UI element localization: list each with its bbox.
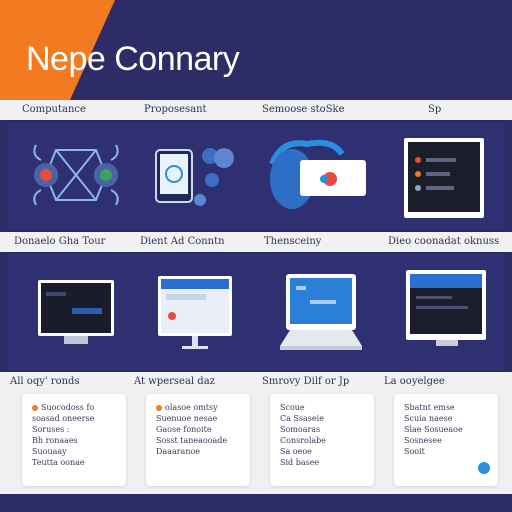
card-line: Gaose fonoite	[156, 425, 212, 434]
card-line: Sa oeoe	[280, 447, 312, 456]
card-line: Sooit	[404, 447, 425, 456]
card-line: soasad oneerse	[32, 414, 95, 423]
card-line: Ca Ssaseie	[280, 414, 324, 423]
card-line: Suenuoe nesae	[156, 414, 218, 423]
card-line: Teutta oonae	[32, 458, 85, 467]
card-line: Scuia naese	[404, 414, 453, 423]
info-card[interactable]: Scoue Ca Ssaseie Somoaras Consrolabe Sa …	[270, 394, 374, 486]
desktop-illustration	[158, 276, 232, 349]
card-line: Soruses :	[32, 425, 70, 434]
mobile-illustration	[155, 148, 234, 206]
info-card[interactable]: Suocodoss fo soasad oneerse Soruses : Bh…	[22, 394, 126, 486]
card-line: Sosnesee	[404, 436, 442, 445]
network-illustration	[33, 144, 119, 206]
bullet-icon	[156, 405, 162, 411]
card-line: Sosst taneaooade	[156, 436, 228, 445]
section-label: All oqy' ronds	[10, 376, 80, 387]
laptop-illustration	[280, 274, 362, 350]
section-label: Proposesant	[144, 104, 207, 115]
card-line: Suouaay	[32, 447, 67, 456]
card-line: Consrolabe	[280, 436, 327, 445]
card-line: Sid basee	[280, 458, 320, 467]
card-line: Bh ronaaes	[32, 436, 78, 445]
tablet-illustration	[404, 138, 484, 218]
card-line: Slae Sosueaoe	[404, 425, 463, 434]
section-label: Dient Ad Conntn	[140, 236, 225, 247]
card-line: olasoe omtsy	[156, 402, 240, 413]
info-card[interactable]: olasoe omtsy Suenuoe nesae Gaose fonoite…	[146, 394, 250, 486]
card-line: Scoue	[280, 403, 305, 412]
monitor-illustration	[38, 280, 114, 344]
status-dot-icon	[478, 462, 490, 474]
section-label: Thensceiny	[264, 236, 322, 247]
section-label: Dieo coonadat oknuss	[388, 236, 500, 247]
card-line: Sbatnt emse	[404, 403, 455, 412]
section-label: La ooyelgee	[384, 376, 445, 387]
section-label: Sp	[428, 104, 442, 115]
info-card[interactable]: Sbatnt emse Scuia naese Slae Sosueaoe So…	[394, 394, 498, 486]
section-label: At wperseal daz	[134, 376, 215, 387]
card-line: Suocodoss fo	[32, 402, 116, 413]
bullet-icon	[32, 405, 38, 411]
monitor-dark-illustration	[406, 270, 486, 346]
section-label: Smrovy Dilf or Jp	[262, 376, 350, 387]
page-title: Nepe Connary	[26, 40, 240, 78]
card-line: Somoaras	[280, 425, 321, 434]
cloud-illustration	[269, 139, 366, 209]
footer	[0, 494, 512, 512]
section-label: Semoose stoSke	[262, 104, 345, 115]
card-line: Daaaranoe	[156, 447, 201, 456]
section-label: Computance	[22, 104, 86, 115]
section-label: Donaelo Gha Tour	[14, 236, 106, 247]
